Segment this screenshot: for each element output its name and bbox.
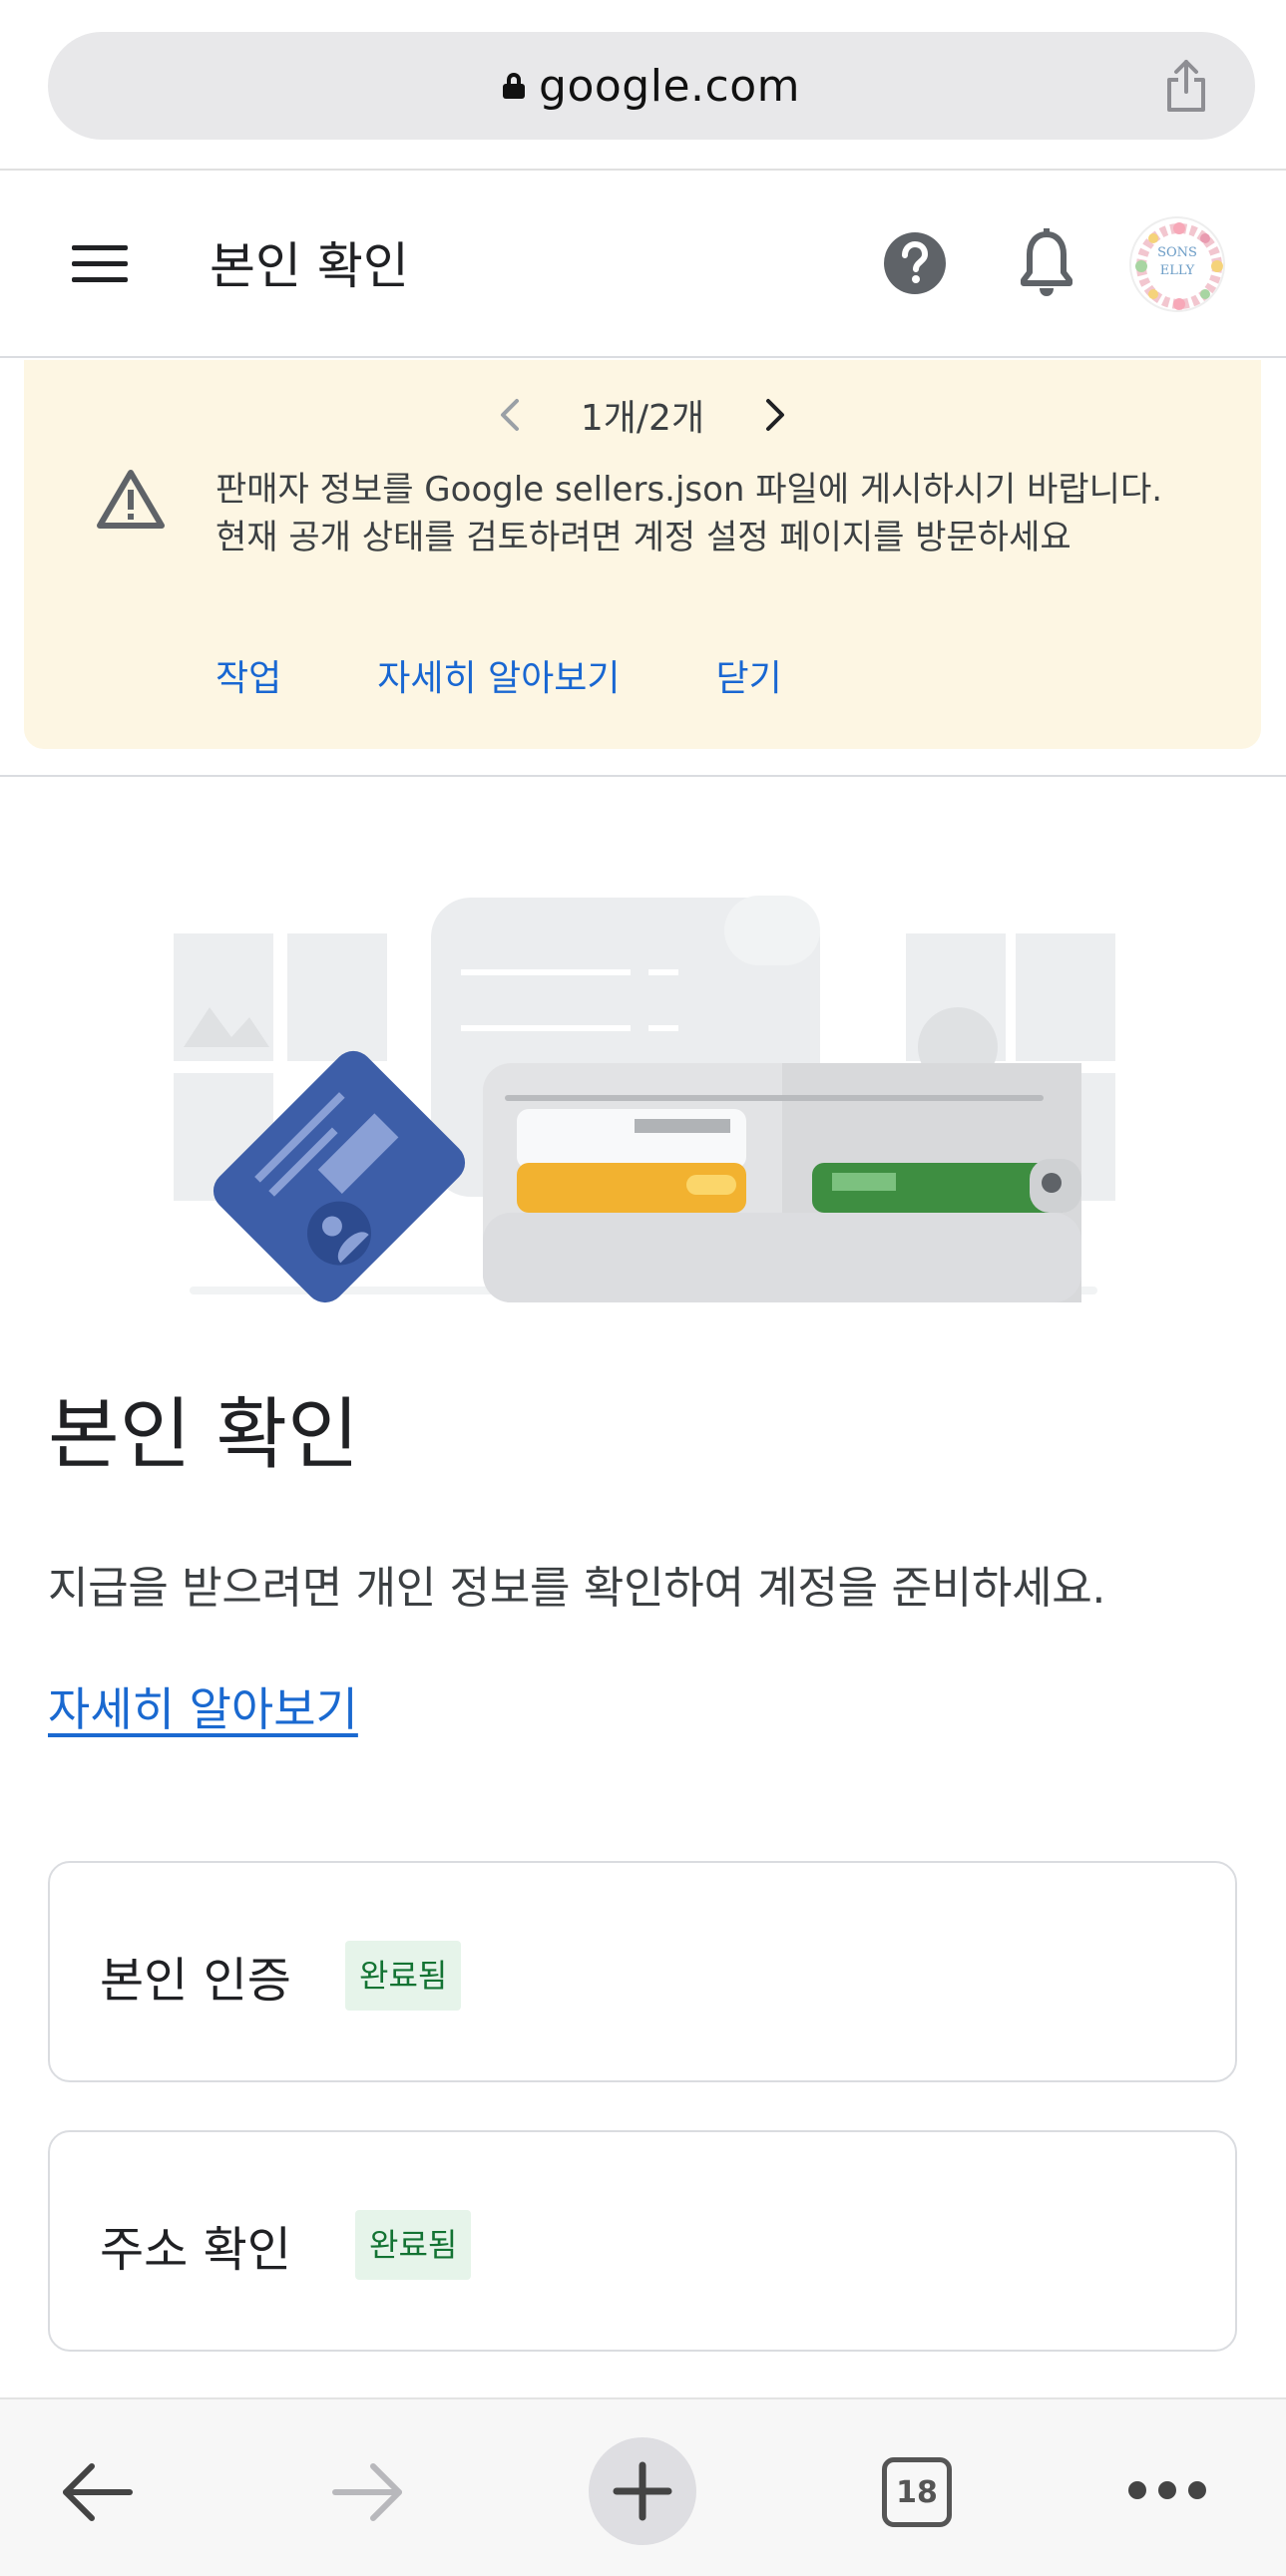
status-badge: 완료됨 — [355, 2210, 472, 2280]
card-label: 주소 확인 — [100, 2222, 291, 2278]
banner-learn-more-link[interactable]: 자세히 알아보기 — [377, 649, 620, 701]
account-avatar[interactable]: SONS ELLY — [1129, 216, 1225, 312]
warning-icon — [97, 470, 165, 529]
notifications-bell-icon[interactable] — [1016, 228, 1077, 298]
avatar-label: SONS ELLY — [1157, 245, 1197, 278]
forward-arrow-icon[interactable] — [329, 2461, 407, 2523]
status-badge: 완료됨 — [345, 1941, 462, 2011]
identity-verification-card[interactable]: 본인 인증 완료됨 — [48, 1861, 1237, 2082]
banner-close-button[interactable]: 닫기 — [716, 649, 782, 701]
pager-count: 1개/2개 — [580, 398, 705, 439]
back-arrow-icon[interactable] — [58, 2461, 136, 2523]
url-display: google.com — [48, 32, 1255, 140]
wallet-id-card-illustration — [174, 896, 1115, 1303]
chevron-right-icon[interactable] — [754, 395, 794, 435]
banner-message: 판매자 정보를 Google sellers.json 파일에 게시하시기 바랍… — [215, 470, 1163, 557]
address-bar[interactable]: google.com — [48, 32, 1255, 140]
browser-url-bar-region: google.com — [0, 0, 1286, 171]
page-title: 본인 확인 — [210, 237, 409, 295]
plus-icon — [613, 2461, 672, 2521]
banner-actions: 작업 자세히 알아보기 닫기 — [215, 649, 782, 701]
help-icon[interactable] — [882, 230, 948, 296]
banner-action-button[interactable]: 작업 — [215, 649, 281, 701]
chevron-left-icon[interactable] — [491, 395, 531, 435]
section-title: 본인 확인 — [48, 1390, 359, 1480]
section-description: 지급을 받으려면 개인 정보를 확인하여 계정을 준비하세요. — [48, 1563, 1106, 1614]
new-tab-button[interactable] — [589, 2437, 696, 2545]
tab-switcher-button[interactable]: 18 — [882, 2457, 952, 2527]
address-verification-card[interactable]: 주소 확인 완료됨 — [48, 2130, 1237, 2352]
browser-toolbar: 18 — [0, 2397, 1286, 2576]
notification-banner-region: 1개/2개 판매자 정보를 Google sellers.json 파일에 게시… — [0, 360, 1286, 777]
hamburger-menu-icon[interactable] — [72, 245, 128, 283]
lock-icon — [503, 73, 526, 99]
notification-banner: 1개/2개 판매자 정보를 Google sellers.json 파일에 게시… — [24, 360, 1261, 749]
share-icon[interactable] — [1161, 58, 1211, 114]
url-text: google.com — [539, 60, 800, 112]
more-options-icon[interactable] — [1127, 2479, 1207, 2501]
card-label: 본인 인증 — [100, 1953, 291, 2009]
banner-pager: 1개/2개 — [24, 380, 1261, 450]
app-header: 본인 확인 SONS ELLY — [0, 171, 1286, 358]
learn-more-link[interactable]: 자세히 알아보기 — [48, 1673, 358, 1739]
